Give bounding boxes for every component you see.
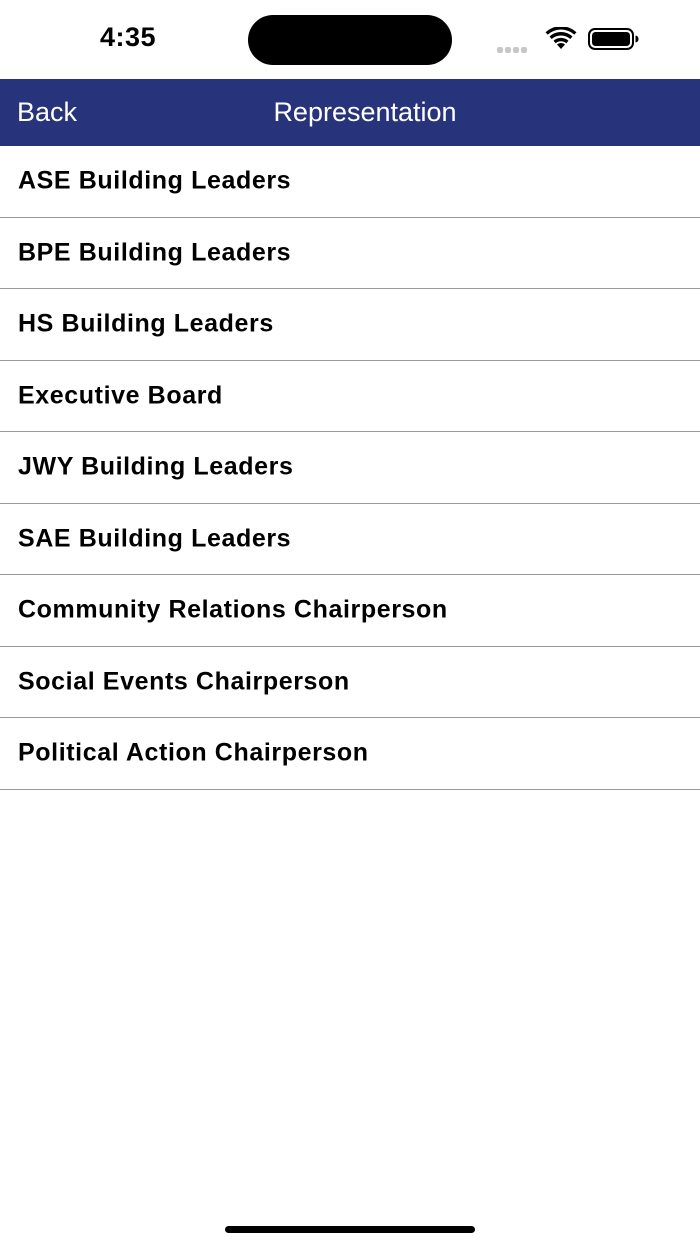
list-item-label: BPE Building Leaders bbox=[18, 238, 292, 267]
home-indicator[interactable] bbox=[225, 1226, 475, 1233]
list-item-label: Political Action Chairperson bbox=[18, 738, 369, 767]
list-item-label: Community Relations Chairperson bbox=[18, 595, 448, 624]
page-title: Representation bbox=[273, 97, 457, 127]
list-item-label: JWY Building Leaders bbox=[18, 452, 294, 481]
navigation-bar: Back Representation bbox=[0, 79, 700, 146]
list-item[interactable]: Executive Board bbox=[0, 361, 700, 432]
representation-list: ASE Building Leaders BPE Building Leader… bbox=[0, 146, 700, 790]
status-bar: 4:35 bbox=[0, 0, 700, 79]
list-item[interactable]: SAE Building Leaders bbox=[0, 504, 700, 575]
list-item[interactable]: ASE Building Leaders bbox=[0, 146, 700, 218]
list-item-label: ASE Building Leaders bbox=[18, 166, 292, 195]
list-item-label: Executive Board bbox=[18, 381, 223, 410]
list-item[interactable]: HS Building Leaders bbox=[0, 289, 700, 361]
signal-icon bbox=[497, 40, 533, 53]
list-item-label: HS Building Leaders bbox=[18, 309, 274, 338]
list-item[interactable]: JWY Building Leaders bbox=[0, 432, 700, 504]
list-item[interactable]: Political Action Chairperson bbox=[0, 718, 700, 790]
wifi-icon bbox=[544, 26, 578, 51]
dynamic-island bbox=[248, 15, 452, 65]
list-item[interactable]: BPE Building Leaders bbox=[0, 218, 700, 289]
list-item[interactable]: Community Relations Chairperson bbox=[0, 575, 700, 647]
list-item[interactable]: Social Events Chairperson bbox=[0, 647, 700, 718]
list-item-label: SAE Building Leaders bbox=[18, 524, 292, 553]
status-time: 4:35 bbox=[100, 22, 157, 52]
list-item-label: Social Events Chairperson bbox=[18, 667, 350, 696]
battery-icon bbox=[588, 28, 640, 50]
